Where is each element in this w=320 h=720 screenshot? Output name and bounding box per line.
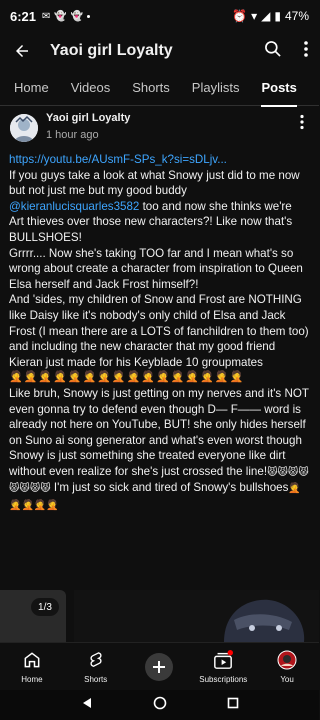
more-options-icon[interactable] bbox=[303, 40, 309, 63]
tab-shorts[interactable]: Shorts bbox=[132, 70, 170, 106]
post-text-a: If you guys take a look at what Snowy ju… bbox=[9, 168, 300, 198]
nav-shorts-label: Shorts bbox=[84, 674, 108, 684]
system-nav-bar bbox=[0, 690, 319, 720]
back-arrow-icon[interactable] bbox=[10, 39, 34, 63]
bottom-navigation: Home Shorts Subscriptions You bbox=[0, 642, 319, 690]
channel-avatar[interactable] bbox=[10, 114, 38, 142]
status-bar: 6:21 ✉ 👻 👻 ⏰ ▾ ◢ ▮ 47% bbox=[0, 0, 319, 32]
nav-home-label: Home bbox=[21, 674, 43, 684]
system-home-icon[interactable] bbox=[153, 696, 167, 715]
nav-you[interactable]: You bbox=[255, 643, 319, 690]
signal-icon: ◢ bbox=[261, 9, 271, 23]
post-image-carousel[interactable] bbox=[74, 590, 319, 642]
you-avatar-icon bbox=[277, 650, 297, 672]
tab-posts[interactable]: Posts bbox=[261, 70, 298, 107]
tab-videos[interactable]: Videos bbox=[71, 70, 111, 106]
snapchat-icon: 👻 bbox=[54, 10, 67, 22]
tab-playlists[interactable]: Playlists bbox=[192, 70, 240, 106]
messenger-icon: ✉ bbox=[42, 10, 51, 22]
nav-shorts[interactable]: Shorts bbox=[64, 643, 128, 690]
nav-you-label: You bbox=[280, 674, 294, 684]
post-text-d: And 'sides, my children of Snow and Fros… bbox=[9, 293, 309, 369]
channel-title: Yaoi girl Loyalty bbox=[50, 42, 173, 59]
status-time: 6:21 bbox=[10, 8, 37, 24]
post-paragraph-2: Like bruh, Snowy is just getting on my n… bbox=[9, 386, 309, 514]
battery-percent: 47% bbox=[284, 9, 309, 23]
alarm-icon: ⏰ bbox=[232, 9, 248, 23]
facepalm-emoji-row: 🤦🤦🤦🤦🤦🤦🤦🤦🤦🤦🤦🤦🤦🤦🤦🤦 bbox=[9, 371, 245, 384]
channel-tabs: Home Videos Shorts Playlists Posts bbox=[0, 70, 319, 107]
system-recents-icon[interactable] bbox=[227, 696, 239, 714]
snapchat-icon-2: 👻 bbox=[70, 10, 84, 22]
post-text-c: Grrrr.... Now she's taking TOO far and I… bbox=[9, 246, 303, 291]
app-header: Yaoi girl Loyalty bbox=[0, 32, 319, 70]
system-back-icon[interactable] bbox=[81, 696, 93, 714]
mention-link[interactable]: @kieranlucisquarles3582 bbox=[9, 200, 139, 213]
image-counter: 1/3 bbox=[31, 598, 59, 616]
tab-home[interactable]: Home bbox=[14, 70, 49, 106]
shorts-icon bbox=[86, 650, 106, 672]
subscriptions-icon bbox=[212, 649, 234, 672]
wifi-icon: ▾ bbox=[251, 9, 258, 23]
post-image-thumbnail[interactable] bbox=[0, 590, 66, 642]
nav-create[interactable] bbox=[128, 643, 192, 690]
post-paragraph-1: https://youtu.be/AUsmF-SPs_k?si=sDLjv...… bbox=[9, 152, 309, 370]
status-right: ⏰ ▾ ◢ ▮ 47% bbox=[232, 9, 309, 23]
post-video-link[interactable]: https://youtu.be/AUsmF-SPs_k?si=sDLjv... bbox=[9, 153, 227, 166]
search-icon[interactable] bbox=[263, 39, 283, 64]
more-notifications-dot bbox=[87, 14, 91, 18]
post-menu-icon[interactable] bbox=[299, 114, 309, 134]
create-icon bbox=[145, 652, 174, 681]
post-header: Yaoi girl Loyalty 1 hour ago bbox=[0, 110, 319, 154]
home-icon bbox=[22, 650, 42, 672]
post-text-e: Like bruh, Snowy is just getting on my n… bbox=[9, 386, 309, 478]
notification-icons: ✉ 👻 👻 bbox=[42, 10, 91, 22]
post-timestamp: 1 hour ago bbox=[46, 129, 99, 141]
post-text-f: I'm just so sick and tired of Snowy's bu… bbox=[50, 481, 289, 495]
header-actions bbox=[263, 39, 309, 64]
nav-subscriptions-label: Subscriptions bbox=[199, 674, 248, 684]
nav-home[interactable]: Home bbox=[0, 643, 64, 690]
post-body: https://youtu.be/AUsmF-SPs_k?si=sDLjv...… bbox=[9, 152, 309, 514]
nav-subscriptions[interactable]: Subscriptions bbox=[191, 643, 255, 690]
battery-icon: ▮ bbox=[274, 9, 281, 23]
post-author[interactable]: Yaoi girl Loyalty bbox=[46, 112, 130, 124]
